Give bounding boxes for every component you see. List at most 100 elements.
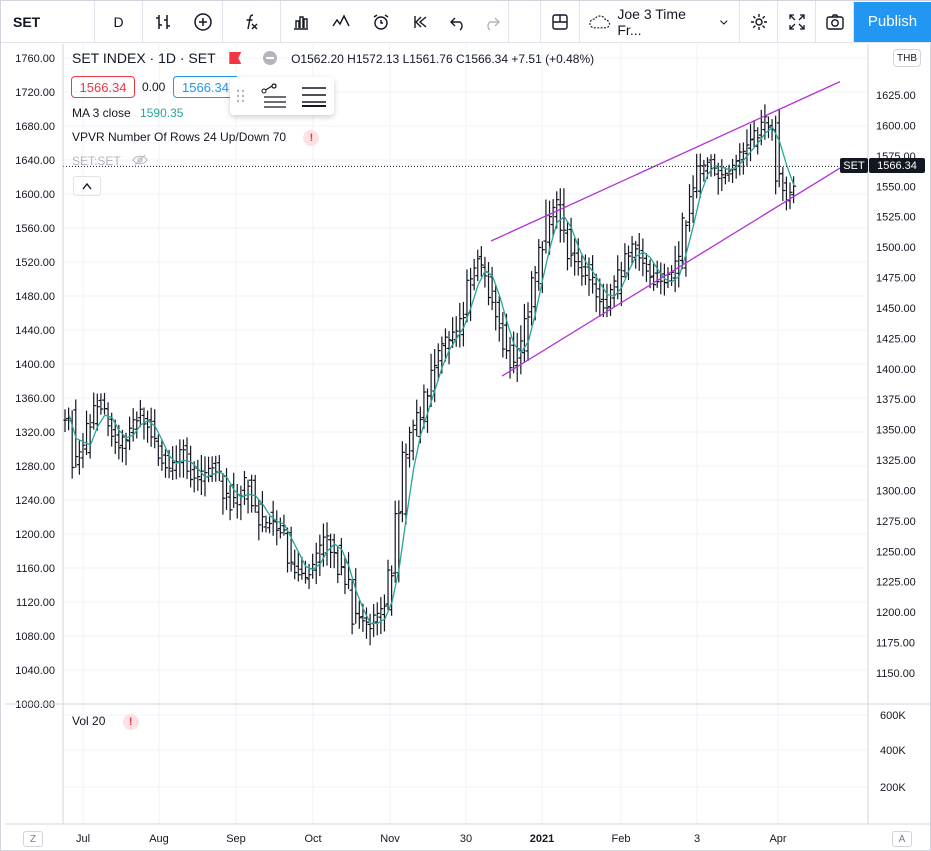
time-tick-label: Nov <box>380 833 400 845</box>
ma-legend[interactable]: MA 3 close 1590.35 <box>72 106 183 120</box>
right-price-axis[interactable]: 1625.001600.001575.001550.001525.001500.… <box>876 90 916 680</box>
compare-label: SET:SET <box>72 154 121 168</box>
volume-tick-label: 200K <box>880 782 906 794</box>
ohlc-bar <box>252 474 258 513</box>
ohlc-bar <box>414 399 420 437</box>
ohlc-bar <box>722 167 728 185</box>
time-tick-label: Apr <box>769 833 786 845</box>
plus-circle-icon <box>193 12 212 31</box>
ma-value: 1590.35 <box>140 106 184 120</box>
ohlc-bar <box>557 188 563 243</box>
chart-area[interactable]: 1760.00 1720.00 1680.00 1640.00 1600.00 1560.… <box>5 44 930 850</box>
ohlc-bar <box>134 411 140 439</box>
left-tick-label: 1000.00 <box>15 699 55 711</box>
indicators-button[interactable] <box>223 0 281 43</box>
ohlc-bar <box>76 439 82 475</box>
bar-style-button[interactable] <box>143 1 183 43</box>
volume-tick-label: 400K <box>880 745 906 757</box>
last-price-tag: 1566.34 <box>869 158 925 173</box>
right-tick-label: 1625.00 <box>876 90 916 102</box>
right-tick-label: 1275.00 <box>876 516 916 528</box>
snapshot-button[interactable] <box>816 0 854 43</box>
ohlc-bar <box>328 533 334 569</box>
layout-button[interactable] <box>540 0 580 43</box>
ohlc-bar <box>267 516 273 534</box>
right-tick-label: 1550.00 <box>876 181 916 193</box>
ohlc-bar <box>765 116 771 139</box>
ohlc-bar <box>475 249 481 282</box>
ohlc-bar <box>87 414 93 459</box>
left-price-axis[interactable]: 1760.00 1720.00 1680.00 1640.00 1600.00 1560.… <box>15 53 55 711</box>
time-tick-label: Jul <box>76 833 90 845</box>
undo-button[interactable] <box>441 1 475 43</box>
drawing-floating-toolbar[interactable] <box>230 77 334 115</box>
left-tick-label: 1320.00 <box>15 427 55 439</box>
ohlc-bar <box>783 176 789 211</box>
ohlc-bar <box>486 262 492 306</box>
ohlc-bar <box>80 433 86 468</box>
compare-legend[interactable]: SET:SET <box>72 154 148 168</box>
tradingview-window: SET D Joe 3 Time Fr... Publish 1760.00 1… <box>0 0 931 851</box>
ohlc-bar <box>137 399 143 427</box>
collapse-legend-button[interactable] <box>73 176 101 196</box>
layout-name-dropdown[interactable]: Joe 3 Time Fr... <box>580 0 740 43</box>
replay-button[interactable] <box>401 1 441 43</box>
currency-tag[interactable]: THB <box>893 49 921 67</box>
hide-icon[interactable] <box>263 51 278 65</box>
right-tick-label: 1600.00 <box>876 120 916 132</box>
bar-chart-icon <box>294 15 308 30</box>
symbol-search-button[interactable]: SET <box>1 0 95 43</box>
financials-button[interactable] <box>281 1 321 43</box>
interval-button[interactable]: D <box>95 0 143 43</box>
redo-button[interactable] <box>475 0 509 43</box>
compare-button[interactable] <box>183 0 223 43</box>
line-width-icon[interactable] <box>300 84 328 108</box>
volume-legend[interactable]: Vol 20 ! <box>72 714 139 730</box>
ohlc-bar <box>575 238 581 276</box>
ohlc-bar <box>450 317 456 348</box>
ohlc-bar <box>73 399 79 468</box>
ohlc-bar <box>245 479 251 514</box>
auto-scale-toggle[interactable]: A <box>892 831 912 847</box>
eye-crossed-icon[interactable] <box>132 154 148 166</box>
ohlc-bar <box>773 115 779 195</box>
drag-handle-icon[interactable] <box>236 89 246 103</box>
ohlc-bar <box>259 491 265 533</box>
time-axis[interactable]: Jul Aug Sep Oct Nov 30 2021 Feb 3 Apr <box>76 833 787 845</box>
settings-button[interactable] <box>740 0 778 43</box>
right-tick-label: 1325.00 <box>876 455 916 467</box>
ma-label: MA 3 close <box>72 106 131 120</box>
symbol-label: SET <box>13 13 41 30</box>
fullscreen-button[interactable] <box>778 0 816 43</box>
left-tick-label: 1400.00 <box>15 359 55 371</box>
lower-trendline[interactable] <box>501 162 849 377</box>
symbol-title[interactable]: SET INDEX · 1D · SET <box>72 50 215 66</box>
line-style-icon[interactable] <box>260 83 290 109</box>
left-tick-label: 1040.00 <box>15 665 55 677</box>
volume-axis[interactable]: 600K 400K 200K <box>880 710 906 794</box>
ohlc-bar <box>428 353 434 408</box>
buy-price-button[interactable]: 1566.34 <box>173 76 237 98</box>
ohlc-bar <box>543 199 549 254</box>
left-scale-toggle[interactable]: Z <box>23 831 43 847</box>
vpvr-legend[interactable]: VPVR Number Of Rows 24 Up/Down 70 ! <box>72 130 320 146</box>
ohlc-bar <box>712 153 718 177</box>
close-value: 1566.34 <box>464 52 509 66</box>
ohlc-bar <box>224 468 230 510</box>
ohlc-bar <box>84 410 90 456</box>
alert-button[interactable] <box>361 1 401 43</box>
ohlc-bar <box>145 410 151 443</box>
sell-price-button[interactable]: 1566.34 <box>71 76 135 98</box>
publish-button[interactable]: Publish <box>854 1 931 42</box>
ohlc-bar <box>478 246 484 277</box>
ohlc-bar <box>392 500 398 583</box>
ohlc-bar <box>748 124 754 162</box>
ohlc-bar <box>425 388 431 433</box>
chart-pattern-icon <box>332 13 350 26</box>
warning-icon[interactable]: ! <box>122 714 139 730</box>
time-tick-label: 3 <box>694 833 700 845</box>
warning-icon[interactable]: ! <box>303 130 320 146</box>
templates-button[interactable] <box>321 1 361 43</box>
upper-trendline[interactable] <box>490 81 841 242</box>
ohlc-bar <box>572 238 578 276</box>
